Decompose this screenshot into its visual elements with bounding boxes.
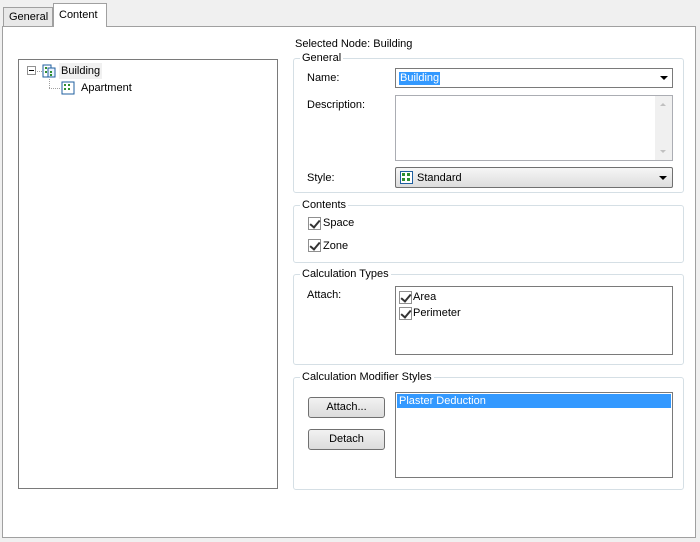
attach-label: Attach: xyxy=(307,289,342,301)
perimeter-checkbox-label: Perimeter xyxy=(413,307,461,319)
group-title: General xyxy=(300,52,344,64)
perimeter-checkbox[interactable] xyxy=(399,307,412,320)
attach-button[interactable]: Attach... xyxy=(308,397,385,418)
list-item-label: Plaster Deduction xyxy=(399,395,486,407)
tree-node-label: Apartment xyxy=(81,82,132,94)
name-value: Building xyxy=(399,72,441,85)
modifier-styles-list[interactable]: Plaster Deduction xyxy=(395,392,673,478)
style-dropdown[interactable]: Standard xyxy=(395,167,673,188)
tab-content[interactable]: Content xyxy=(53,3,107,27)
tab-content-label: Content xyxy=(59,9,98,21)
group-title: Calculation Modifier Styles xyxy=(300,371,434,383)
area-checkbox[interactable] xyxy=(399,291,412,304)
node-tree[interactable]: Building Apartment xyxy=(18,59,278,489)
description-field[interactable] xyxy=(395,95,673,161)
list-item[interactable]: Plaster Deduction xyxy=(397,394,671,408)
detach-button[interactable]: Detach xyxy=(308,429,385,450)
group-title: Calculation Types xyxy=(300,268,391,280)
zone-checkbox-label: Zone xyxy=(323,240,349,252)
scroll-down-icon[interactable] xyxy=(660,150,666,153)
selected-node-label: Selected Node: Building xyxy=(295,38,413,50)
collapse-toggle-icon[interactable] xyxy=(27,66,36,75)
name-label: Name: xyxy=(307,72,340,84)
contents-group: Contents xyxy=(293,199,684,263)
description-scrollbar[interactable] xyxy=(655,96,672,160)
chevron-down-icon[interactable] xyxy=(660,76,668,80)
description-label: Description: xyxy=(307,99,366,111)
space-checkbox[interactable] xyxy=(308,217,321,230)
detach-button-label: Detach xyxy=(329,433,364,445)
tab-general-label: General xyxy=(9,11,49,23)
tab-general[interactable]: General xyxy=(3,7,53,26)
group-title: Contents xyxy=(300,199,349,211)
zone-checkbox[interactable] xyxy=(308,239,321,252)
style-icon xyxy=(400,171,413,187)
attach-button-label: Attach... xyxy=(326,401,367,413)
style-value: Standard xyxy=(417,172,462,184)
area-checkbox-label: Area xyxy=(413,291,437,303)
scroll-up-icon[interactable] xyxy=(660,103,666,106)
building-icon xyxy=(42,64,56,78)
calculation-types-list[interactable]: Area Perimeter xyxy=(395,286,673,355)
apartment-icon xyxy=(61,81,75,95)
name-combo[interactable]: Building xyxy=(395,68,673,88)
tree-node-label: Building xyxy=(59,63,103,79)
space-checkbox-label: Space xyxy=(323,217,355,229)
style-label: Style: xyxy=(307,172,335,184)
chevron-down-icon[interactable] xyxy=(659,176,667,180)
